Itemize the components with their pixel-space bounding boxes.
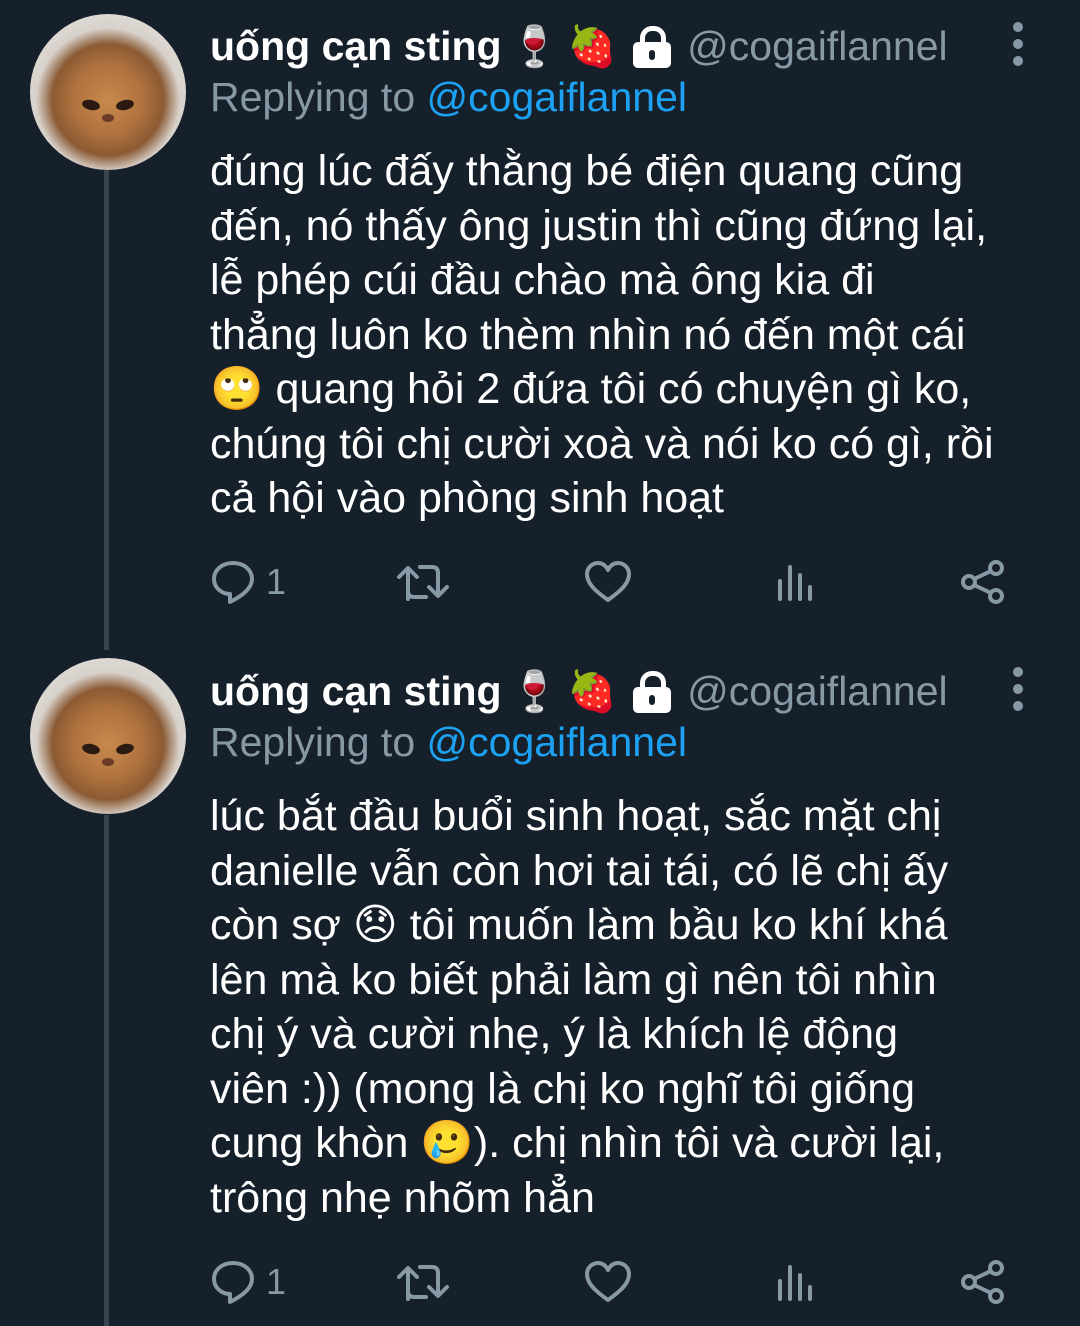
more-icon[interactable] <box>1008 22 1028 66</box>
tweet-actions: 1 <box>210 1252 1030 1312</box>
tweet[interactable]: uống cạn sting 🍷 🍓 @cogaiflannel Replyin… <box>0 645 1080 1326</box>
strawberry-emoji: 🍓 <box>567 23 618 70</box>
reply-count: 1 <box>266 561 287 602</box>
mention-link[interactable]: @cogaiflannel <box>427 74 687 120</box>
tweet-text: lúc bắt đầu buổi sinh hoạt, sắc mặt chị … <box>210 792 949 1222</box>
like-button[interactable] <box>584 1252 632 1312</box>
analytics-icon <box>778 565 812 601</box>
like-button[interactable] <box>584 552 632 612</box>
heart-icon <box>585 561 631 602</box>
heart-icon <box>585 1261 631 1302</box>
share-icon <box>961 1260 1004 1304</box>
strawberry-emoji: 🍓 <box>567 668 618 715</box>
share-button[interactable] <box>960 1252 1006 1312</box>
display-name[interactable]: uống cạn sting <box>210 23 502 70</box>
tweet-header: uống cạn sting 🍷 🍓 @cogaiflannel <box>210 16 949 76</box>
analytics-icon <box>778 1265 812 1301</box>
analytics-button[interactable] <box>776 552 816 612</box>
user-handle[interactable]: @cogaiflannel <box>687 668 949 715</box>
avatar[interactable] <box>30 658 186 814</box>
tweet-actions: 1 <box>210 552 1030 612</box>
reply-icon <box>212 1261 254 1304</box>
wine-emoji: 🍷 <box>509 668 560 715</box>
retweet-button[interactable] <box>396 552 450 612</box>
tweet-text: đúng lúc đấy thằng bé điện quang cũng đế… <box>210 147 994 522</box>
retweet-icon <box>397 565 449 601</box>
replying-prefix: Replying to <box>210 719 416 765</box>
display-name[interactable]: uống cạn sting <box>210 668 502 715</box>
reply-button[interactable]: 1 <box>210 552 286 612</box>
retweet-icon <box>397 1265 449 1301</box>
more-icon[interactable] <box>1008 667 1028 711</box>
lock-icon <box>631 24 672 68</box>
reply-button[interactable]: 1 <box>210 1252 286 1312</box>
replying-to: Replying to @cogaiflannel <box>210 74 687 121</box>
lock-icon <box>631 669 672 713</box>
share-button[interactable] <box>960 552 1006 612</box>
mention-link[interactable]: @cogaiflannel <box>427 719 687 765</box>
wine-emoji: 🍷 <box>509 23 560 70</box>
reply-icon <box>212 561 254 604</box>
tweet-header: uống cạn sting 🍷 🍓 @cogaiflannel <box>210 661 949 721</box>
replying-to: Replying to @cogaiflannel <box>210 719 687 766</box>
avatar[interactable] <box>30 14 186 170</box>
analytics-button[interactable] <box>776 1252 816 1312</box>
share-icon <box>961 560 1004 604</box>
reply-count: 1 <box>266 1261 287 1302</box>
user-handle[interactable]: @cogaiflannel <box>687 23 949 70</box>
replying-prefix: Replying to <box>210 74 416 120</box>
tweet[interactable]: uống cạn sting 🍷 🍓 @cogaiflannel Replyin… <box>0 0 1080 640</box>
retweet-button[interactable] <box>396 1252 450 1312</box>
